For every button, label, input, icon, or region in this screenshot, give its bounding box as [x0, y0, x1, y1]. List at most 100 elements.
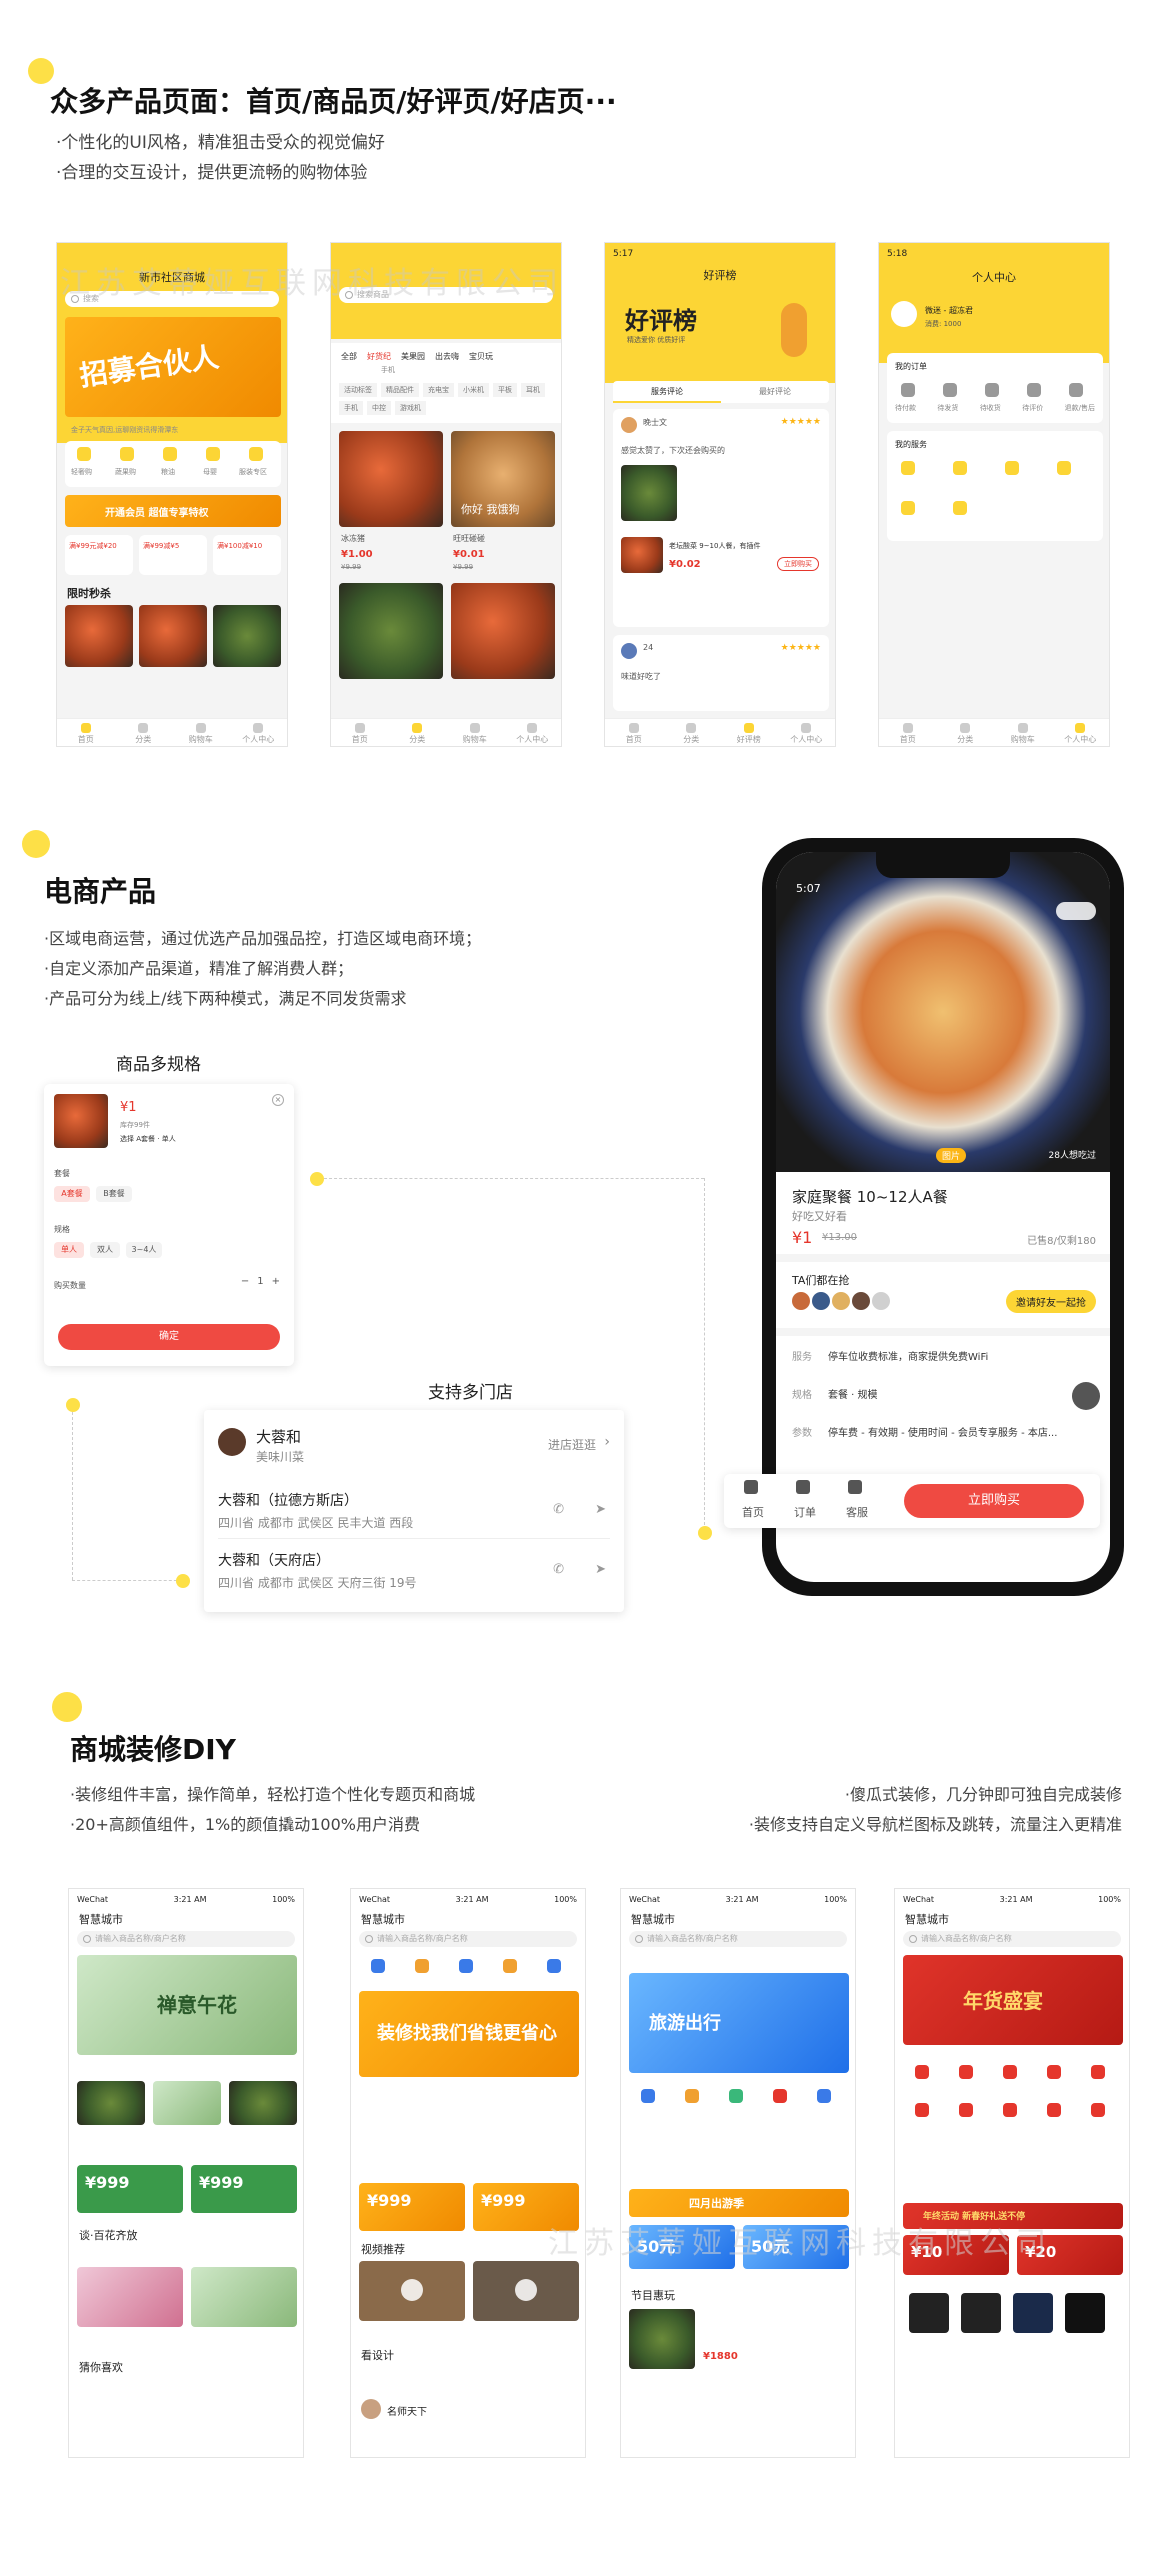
store-name[interactable]: 大蓉和（拉德方斯店） [218, 1490, 358, 1510]
order-icon[interactable] [943, 383, 957, 397]
icon[interactable] [163, 447, 177, 461]
icon[interactable] [729, 2089, 743, 2103]
product-image[interactable]: 你好 我饿狗 [451, 431, 555, 527]
product-image[interactable] [1065, 2293, 1105, 2333]
content-image[interactable] [629, 2309, 695, 2369]
tab-cart[interactable]: 购物车 [446, 719, 504, 746]
tab-category[interactable]: 分类 [937, 719, 995, 746]
icon[interactable] [249, 447, 263, 461]
icon[interactable] [1047, 2103, 1061, 2117]
service-icon[interactable] [953, 461, 967, 475]
icon[interactable] [415, 1959, 429, 1973]
filter-chip[interactable]: 活动标签 [339, 383, 377, 397]
tab-reviews[interactable]: 好评榜 [720, 719, 778, 746]
filter-chip[interactable]: 平板 [493, 383, 517, 397]
product-image[interactable] [139, 605, 207, 667]
avatar[interactable] [891, 301, 917, 327]
review-image[interactable] [621, 465, 677, 521]
order-icon[interactable] [901, 383, 915, 397]
product-image[interactable] [65, 605, 133, 667]
close-icon[interactable]: × [272, 1094, 284, 1106]
search-input[interactable]: 请输入商品名称/商户名称 [629, 1931, 847, 1947]
spec-option[interactable]: 双人 [90, 1242, 120, 1258]
banner[interactable]: 旅游出行 [629, 1973, 849, 2073]
enter-store-link[interactable]: 进店逛逛 [548, 1436, 596, 1453]
filter-chip[interactable]: 小米机 [458, 383, 489, 397]
spec-option[interactable]: B套餐 [96, 1186, 132, 1202]
filter-chip[interactable]: 精品配件 [381, 383, 419, 397]
search-input[interactable]: 请输入商品名称/商户名称 [359, 1931, 577, 1947]
icon[interactable] [1091, 2103, 1105, 2117]
navigate-icon[interactable]: ➤ [595, 1502, 606, 1517]
icon[interactable] [547, 1959, 561, 1973]
coupon[interactable]: ¥999 [191, 2165, 297, 2213]
spec-option[interactable]: A套餐 [54, 1186, 90, 1202]
product-image[interactable] [961, 2293, 1001, 2333]
tab-best-review[interactable]: 最好评论 [721, 381, 829, 403]
coupon[interactable]: 满¥99元减¥20 [65, 535, 133, 575]
product-image[interactable] [339, 583, 443, 679]
navigate-icon[interactable]: ➤ [595, 1562, 606, 1577]
row-value[interactable]: 停车位收费标准，商家提供免费WiFi [828, 1348, 1078, 1363]
tab-category[interactable]: 分类 [663, 719, 721, 746]
video-thumb[interactable] [473, 2261, 579, 2321]
icon[interactable] [459, 1959, 473, 1973]
plus-icon[interactable]: + [272, 1276, 280, 1287]
icon[interactable] [773, 2089, 787, 2103]
store-name[interactable]: 大蓉和（天府店） [218, 1550, 330, 1570]
icon[interactable] [817, 2089, 831, 2103]
tab-profile[interactable]: 个人中心 [230, 719, 288, 746]
minus-icon[interactable]: − [241, 1276, 249, 1287]
nav-orders[interactable]: 订单 [794, 1504, 816, 1520]
qr-icon[interactable] [1072, 1382, 1100, 1410]
grid-image[interactable] [77, 2081, 145, 2125]
search-input[interactable]: 请输入商品名称/商户名称 [903, 1931, 1121, 1947]
row-value[interactable]: 停车费 - 有效期 - 使用时间 - 会员专享服务 - 本店... [828, 1424, 1078, 1439]
banner[interactable]: 装修找我们省钱更省心 [359, 1991, 579, 2077]
cat[interactable]: 全部 [341, 351, 357, 362]
service-icon[interactable] [1057, 461, 1071, 475]
filter-chip[interactable]: 充电宝 [423, 383, 454, 397]
order-icon[interactable] [1027, 383, 1041, 397]
service-icon[interactable] [953, 501, 967, 515]
icon[interactable] [503, 1959, 517, 1973]
subcat[interactable]: 手机 [381, 365, 395, 375]
chevron-right-icon[interactable]: › [604, 1434, 610, 1450]
nav-home[interactable]: 首页 [742, 1504, 764, 1520]
tab-home[interactable]: 首页 [57, 719, 115, 746]
content-image[interactable] [77, 2267, 183, 2327]
tab-home[interactable]: 首页 [879, 719, 937, 746]
buy-now-button[interactable]: 立即购买 [904, 1484, 1084, 1518]
service-icon[interactable] [901, 461, 915, 475]
invite-button[interactable]: 邀请好友一起抢 [1006, 1290, 1096, 1313]
product-image[interactable] [451, 583, 555, 679]
content-image[interactable] [191, 2267, 297, 2327]
icon[interactable] [1003, 2065, 1017, 2079]
icon[interactable] [206, 447, 220, 461]
tab-home[interactable]: 首页 [605, 719, 663, 746]
order-icon[interactable] [985, 383, 999, 397]
vip-banner[interactable]: 开通会员 超值专享特权 [65, 495, 281, 527]
filter-chip[interactable]: 手机 [339, 401, 363, 415]
icon[interactable] [77, 447, 91, 461]
icon[interactable] [685, 2089, 699, 2103]
spec-option[interactable]: 3~4人 [126, 1242, 162, 1258]
icon[interactable] [371, 1959, 385, 1973]
row-value[interactable]: 套餐 · 规模 [828, 1386, 878, 1401]
coupon[interactable]: ¥999 [77, 2165, 183, 2213]
icon[interactable] [915, 2065, 929, 2079]
grid-image[interactable] [153, 2081, 221, 2125]
spec-option[interactable]: 单人 [54, 1242, 84, 1258]
nav-service[interactable]: 客服 [846, 1504, 868, 1520]
filter-chip[interactable]: 中控 [367, 401, 391, 415]
promo-strip[interactable]: 四月出游季 [629, 2189, 849, 2217]
icon[interactable] [641, 2089, 655, 2103]
tab-profile[interactable]: 个人中心 [1052, 719, 1110, 746]
grid-image[interactable] [229, 2081, 297, 2125]
play-icon[interactable] [401, 2279, 423, 2301]
tab-profile[interactable]: 个人中心 [778, 719, 836, 746]
product-image[interactable] [339, 431, 443, 527]
video-thumb[interactable] [359, 2261, 465, 2321]
tab-cart[interactable]: 购物车 [172, 719, 230, 746]
icon[interactable] [915, 2103, 929, 2117]
